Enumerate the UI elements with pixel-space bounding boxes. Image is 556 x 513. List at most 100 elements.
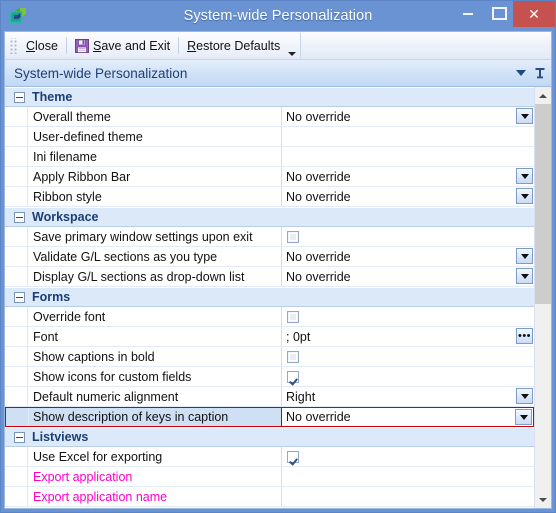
dropdown-button[interactable] <box>516 248 533 264</box>
property-row[interactable]: User-defined theme <box>5 127 534 147</box>
dropdown-button[interactable] <box>516 268 533 284</box>
category-row[interactable]: Workspace <box>5 207 534 227</box>
chevron-down-icon[interactable] <box>516 70 526 76</box>
dropdown-button[interactable] <box>516 168 533 184</box>
property-value-cell[interactable]: No override <box>282 107 534 126</box>
dropdown-button[interactable] <box>516 388 533 404</box>
property-row[interactable]: Validate G/L sections as you type No over… <box>5 247 534 267</box>
category-row[interactable]: Forms <box>5 287 534 307</box>
property-row[interactable]: Ribbon style No override <box>5 187 534 207</box>
category-label: Workspace <box>32 210 99 224</box>
property-row[interactable]: Show captions in bold <box>5 347 534 367</box>
property-row[interactable]: Export application <box>5 467 534 487</box>
maximize-button[interactable] <box>483 1 513 23</box>
property-grid[interactable]: Theme Overall theme No override User-define… <box>5 87 534 508</box>
property-name-cell[interactable]: Show description of keys in caption <box>5 407 282 427</box>
property-name-label: Apply Ribbon Bar <box>33 169 131 184</box>
dropdown-button[interactable] <box>516 188 533 204</box>
property-row[interactable]: Use Excel for exporting <box>5 447 534 467</box>
property-name-cell[interactable]: Overall theme <box>5 107 282 126</box>
title-bar[interactable]: System-wide Personalization ✕ <box>1 1 555 31</box>
save-and-exit-button[interactable]: Save and Exit <box>69 35 176 56</box>
property-value-label: No override <box>286 169 351 184</box>
drag-gripper-icon[interactable] <box>9 37 17 54</box>
property-name-cell[interactable]: Export application name <box>5 487 282 506</box>
vertical-scrollbar[interactable] <box>534 87 551 508</box>
property-value-label: No override <box>286 109 351 124</box>
collapse-expander-icon[interactable] <box>14 211 25 223</box>
property-value-cell[interactable] <box>282 227 534 246</box>
property-value-cell[interactable] <box>282 367 534 386</box>
checkbox-checked-icon[interactable] <box>287 370 299 383</box>
property-value-cell[interactable] <box>282 347 534 366</box>
property-row[interactable]: Show icons for custom fields <box>5 367 534 387</box>
property-value-label: Right <box>286 389 316 404</box>
scrollbar-thumb[interactable] <box>535 104 551 304</box>
property-name-cell[interactable]: Ribbon style <box>5 187 282 206</box>
property-name-cell[interactable]: Export application <box>5 467 282 486</box>
dropdown-button[interactable] <box>515 409 532 425</box>
property-value-cell[interactable] <box>282 307 534 326</box>
property-value-cell[interactable]: No override <box>282 187 534 206</box>
property-value-cell[interactable]: Right <box>282 387 534 406</box>
property-row[interactable]: Font ; 0pt ••• <box>5 327 534 347</box>
property-name-cell[interactable]: Save primary window settings upon exit <box>5 227 282 246</box>
property-name-cell[interactable]: Override font <box>5 307 282 326</box>
category-row[interactable]: Listviews <box>5 427 534 447</box>
checkbox-unchecked-icon[interactable] <box>287 230 299 243</box>
property-name-cell[interactable]: User-defined theme <box>5 127 282 146</box>
dropdown-button[interactable] <box>516 108 533 124</box>
checkbox-inner <box>289 232 297 241</box>
collapse-expander-icon[interactable] <box>14 431 25 443</box>
property-name-cell[interactable]: Display G/L sections as drop-down list <box>5 267 282 286</box>
property-row[interactable]: Save primary window settings upon exit <box>5 227 534 247</box>
restore-defaults-button[interactable]: Restore Defaults <box>181 35 286 56</box>
property-row[interactable]: Override font <box>5 307 534 327</box>
property-row[interactable]: Overall theme No override <box>5 107 534 127</box>
indent-guide <box>27 267 28 286</box>
category-label: Theme <box>32 90 73 104</box>
property-value-cell[interactable]: ; 0pt ••• <box>282 327 534 346</box>
property-name-cell[interactable]: Use Excel for exporting <box>5 447 282 466</box>
indent-guide <box>27 227 28 246</box>
property-value-cell[interactable] <box>282 487 534 506</box>
property-name-cell[interactable]: Show captions in bold <box>5 347 282 366</box>
property-value-cell[interactable] <box>282 147 534 166</box>
property-value-cell[interactable] <box>282 127 534 146</box>
property-row[interactable]: Show description of keys in caption No ov… <box>5 407 534 427</box>
pin-icon[interactable] <box>535 67 545 80</box>
property-value-cell[interactable]: No override <box>282 167 534 186</box>
scroll-down-icon[interactable] <box>535 491 551 508</box>
property-value-cell[interactable]: No override <box>282 247 534 266</box>
property-row[interactable]: Export application name <box>5 487 534 507</box>
property-name-cell[interactable]: Show icons for custom fields <box>5 367 282 386</box>
checkbox-unchecked-icon[interactable] <box>287 310 299 323</box>
property-name-cell[interactable]: Apply Ribbon Bar <box>5 167 282 186</box>
scroll-up-icon[interactable] <box>535 87 551 104</box>
close-toolbar-button[interactable]: Close <box>20 35 64 56</box>
property-name-cell[interactable]: Validate G/L sections as you type <box>5 247 282 266</box>
minimize-button[interactable] <box>453 1 483 23</box>
collapse-expander-icon[interactable] <box>14 291 25 303</box>
property-value-cell[interactable] <box>282 467 534 486</box>
ellipsis-browse-button[interactable]: ••• <box>516 328 533 344</box>
close-button[interactable]: ✕ <box>513 1 555 27</box>
indent-guide <box>27 247 28 266</box>
property-row[interactable]: Display G/L sections as drop-down list No… <box>5 267 534 287</box>
property-row[interactable]: Ini filename <box>5 147 534 167</box>
checkbox-checked-icon[interactable] <box>287 450 299 463</box>
property-name-cell[interactable]: Font <box>5 327 282 346</box>
property-name-cell[interactable]: Default numeric alignment <box>5 387 282 406</box>
indent-guide <box>28 408 29 426</box>
property-row[interactable]: Apply Ribbon Bar No override <box>5 167 534 187</box>
toolbar-overflow-button[interactable] <box>286 33 298 58</box>
toolbar-separator <box>65 37 67 54</box>
category-row[interactable]: Theme <box>5 87 534 107</box>
property-name-cell[interactable]: Ini filename <box>5 147 282 166</box>
property-row[interactable]: Default numeric alignment Right <box>5 387 534 407</box>
property-value-cell[interactable] <box>282 447 534 466</box>
property-value-cell[interactable]: No override <box>282 267 534 286</box>
property-value-cell[interactable]: No override <box>282 407 534 427</box>
checkbox-unchecked-icon[interactable] <box>287 350 299 363</box>
collapse-expander-icon[interactable] <box>14 91 25 103</box>
